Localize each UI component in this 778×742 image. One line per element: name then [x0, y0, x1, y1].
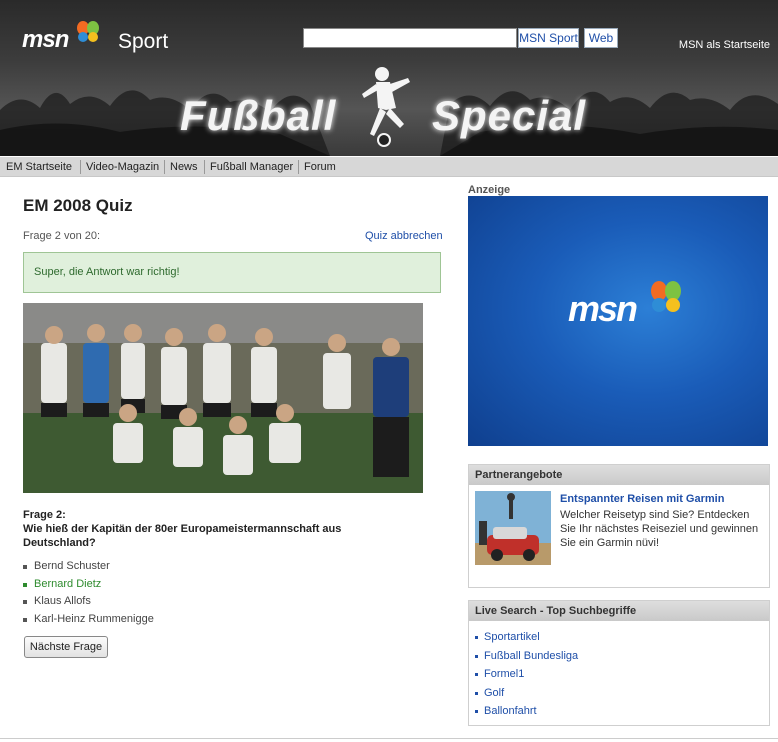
banner-title-right: Special: [432, 92, 587, 139]
site-header: msn Sport MSN Sport Web MSN als Startsei…: [0, 0, 778, 156]
live-search-heading: Live Search - Top Suchbegriffe: [469, 601, 769, 621]
live-search-box: Live Search - Top Suchbegriffe Sportarti…: [468, 600, 770, 726]
search-msn-sport-button[interactable]: MSN Sport: [518, 28, 579, 48]
section-title: Sport: [118, 30, 169, 53]
banner-title-left: Fußball: [180, 92, 337, 139]
live-search-list: Sportartikel Fußball Bundesliga Formel1 …: [475, 631, 578, 724]
live-search-link[interactable]: Fußball Bundesliga: [475, 650, 578, 669]
page-title: EM 2008 Quiz: [23, 196, 133, 215]
live-search-link[interactable]: Formel1: [475, 668, 578, 687]
football-player-icon: [362, 67, 410, 147]
footer-divider: [0, 738, 778, 739]
result-message: Super, die Antwort war richtig!: [34, 266, 180, 278]
cancel-quiz-link[interactable]: Quiz abbrechen: [365, 230, 443, 242]
partner-offers-heading: Partnerangebote: [469, 465, 769, 485]
nav-item-fussball-manager[interactable]: Fußball Manager: [204, 160, 298, 174]
set-homepage-link[interactable]: MSN als Startseite: [679, 39, 770, 51]
msn-butterfly-icon: [77, 21, 99, 42]
question-label: Frage 2:: [23, 509, 66, 521]
nav-item-forum[interactable]: Forum: [298, 160, 341, 174]
nav-item-video-magazin[interactable]: Video-Magazin: [80, 160, 164, 174]
live-search-link[interactable]: Sportartikel: [475, 631, 578, 650]
answer-option[interactable]: Bernd Schuster: [23, 560, 154, 578]
live-search-link[interactable]: Ballonfahrt: [475, 705, 578, 724]
nav-item-news[interactable]: News: [164, 160, 203, 174]
search-web-button[interactable]: Web: [584, 28, 618, 48]
live-search-link[interactable]: Golf: [475, 687, 578, 706]
ad-msn-logo: msn: [568, 288, 638, 329]
msn-logo[interactable]: msn: [22, 26, 69, 54]
nav-item-em-startseite[interactable]: EM Startseite: [1, 160, 77, 174]
msn-butterfly-icon: [651, 281, 681, 312]
msn-advertisement[interactable]: msn: [468, 196, 768, 446]
answer-option-correct[interactable]: Bernard Dietz: [23, 578, 154, 596]
ad-label: Anzeige: [468, 184, 511, 196]
search-input[interactable]: [303, 28, 517, 48]
question-progress: Frage 2 von 20:: [23, 230, 101, 242]
answer-option[interactable]: Karl-Heinz Rummenigge: [23, 613, 154, 631]
answer-option[interactable]: Klaus Allofs: [23, 595, 154, 613]
partner-offers-box: Partnerangebote Entspannter Reisen mit G…: [468, 464, 770, 588]
partner-offer-link[interactable]: Entspannter Reisen mit Garmin: [560, 493, 724, 505]
garmin-promo-image[interactable]: [475, 491, 551, 565]
question-text: Wie hieß der Kapitän der 80er Europameis…: [23, 523, 342, 549]
answer-list: Bernd Schuster Bernard Dietz Klaus Allof…: [23, 560, 154, 630]
next-question-button[interactable]: Nächste Frage: [24, 636, 108, 658]
team-photo-image: [23, 303, 423, 493]
result-message-box: Super, die Antwort war richtig!: [23, 252, 441, 293]
partner-offer-text: Welcher Reisetyp sind Sie? Entdecken Sie…: [560, 509, 759, 549]
main-nav: EM Startseite Video-Magazin News Fußball…: [0, 157, 778, 177]
